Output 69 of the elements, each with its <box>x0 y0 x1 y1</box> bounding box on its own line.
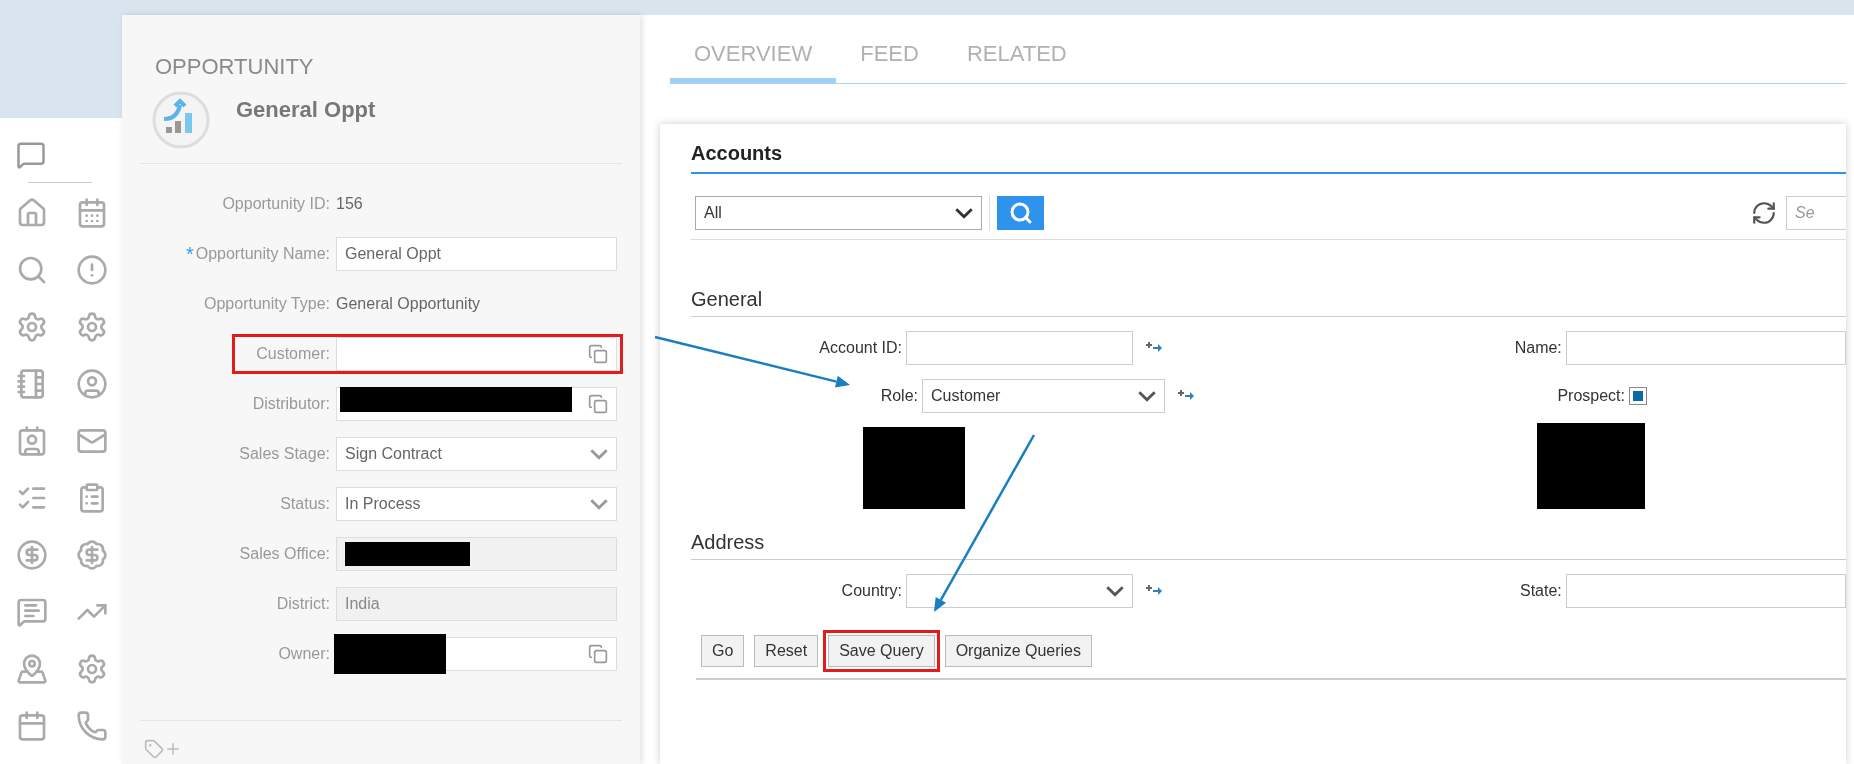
field-label: Opportunity Name: <box>195 244 330 264</box>
map-icon[interactable] <box>16 653 48 685</box>
section-title: General <box>691 288 763 310</box>
checkbox[interactable] <box>1629 387 1647 405</box>
field-label: Name: <box>1513 338 1563 358</box>
settings-icon[interactable] <box>76 311 108 343</box>
settings-icon[interactable] <box>16 311 48 343</box>
dropdown-field[interactable]: In Process <box>336 487 617 521</box>
field-label: Status: <box>280 494 330 514</box>
field-value: 156 <box>336 194 363 214</box>
user-icon[interactable] <box>76 368 108 400</box>
lookup-field[interactable] <box>336 387 617 421</box>
query-button[interactable]: Go <box>701 635 745 667</box>
open-dialog-icon[interactable] <box>588 644 608 664</box>
calendar-icon[interactable] <box>76 197 108 229</box>
query-button[interactable]: Organize Queries <box>944 635 1092 667</box>
field-label: Distributor: <box>252 394 330 414</box>
search-icon <box>1008 200 1033 225</box>
field-label: Account ID: <box>818 338 904 358</box>
settings-icon[interactable] <box>76 653 108 685</box>
record-name: General Oppt <box>236 96 376 124</box>
open-dialog-icon[interactable] <box>588 344 608 364</box>
dollar-icon[interactable] <box>16 539 48 571</box>
alert-icon[interactable] <box>76 254 108 286</box>
field-label: Opportunity ID: <box>222 194 330 214</box>
home-icon[interactable] <box>16 197 48 229</box>
tag-icon[interactable] <box>144 739 164 759</box>
open-dialog-icon[interactable] <box>588 394 608 414</box>
field-label: Prospect: <box>1556 386 1626 406</box>
add-arrow-icon[interactable] <box>1145 584 1164 598</box>
field-label: Sales Office: <box>239 544 330 564</box>
input-field[interactable] <box>906 331 1134 365</box>
record-type: OPPORTUNITY <box>155 53 315 81</box>
contact-icon[interactable] <box>16 425 48 457</box>
chart-logo-icon <box>152 91 210 149</box>
field-label: Owner: <box>278 644 330 664</box>
field-label: Customer: <box>256 344 330 364</box>
card-title: Accounts <box>691 142 783 164</box>
query-button[interactable]: Reset <box>754 635 819 667</box>
add-arrow-icon[interactable] <box>1177 389 1195 403</box>
refresh-icon[interactable] <box>1751 199 1777 226</box>
advanced-search-button[interactable] <box>997 195 1044 230</box>
field-label: Country: <box>840 581 904 601</box>
section-title: Address <box>691 531 765 553</box>
field-label: District: <box>276 594 330 614</box>
filter-dropdown[interactable]: All <box>695 195 982 230</box>
lookup-field[interactable] <box>336 337 617 371</box>
add-arrow-icon[interactable] <box>1145 341 1164 355</box>
field-label: Opportunity Type: <box>204 294 330 314</box>
dollar-badge-icon[interactable] <box>76 539 108 571</box>
readonly-field: India <box>336 587 617 621</box>
field-label: State: <box>1519 581 1563 601</box>
dropdown-field[interactable]: Customer <box>922 379 1165 413</box>
phone-icon[interactable] <box>76 710 108 742</box>
required-asterisk: * <box>185 242 194 267</box>
search-icon[interactable] <box>16 254 48 286</box>
input-field[interactable] <box>1565 574 1846 608</box>
dropdown-field[interactable]: Sign Contract <box>336 437 617 471</box>
input-field[interactable]: General Oppt <box>336 237 617 271</box>
field-label: Sales Stage: <box>239 444 330 464</box>
field-value: General Opportunity <box>336 294 481 314</box>
query-button[interactable]: Save Query <box>828 635 935 667</box>
calendar-icon[interactable] <box>16 710 48 742</box>
input-field[interactable] <box>1565 331 1846 365</box>
chat-icon[interactable] <box>16 140 46 170</box>
message-icon[interactable] <box>16 596 48 628</box>
dropdown-field[interactable] <box>906 574 1134 608</box>
add-icon[interactable] <box>164 740 182 758</box>
field-label: Role: <box>879 386 919 406</box>
